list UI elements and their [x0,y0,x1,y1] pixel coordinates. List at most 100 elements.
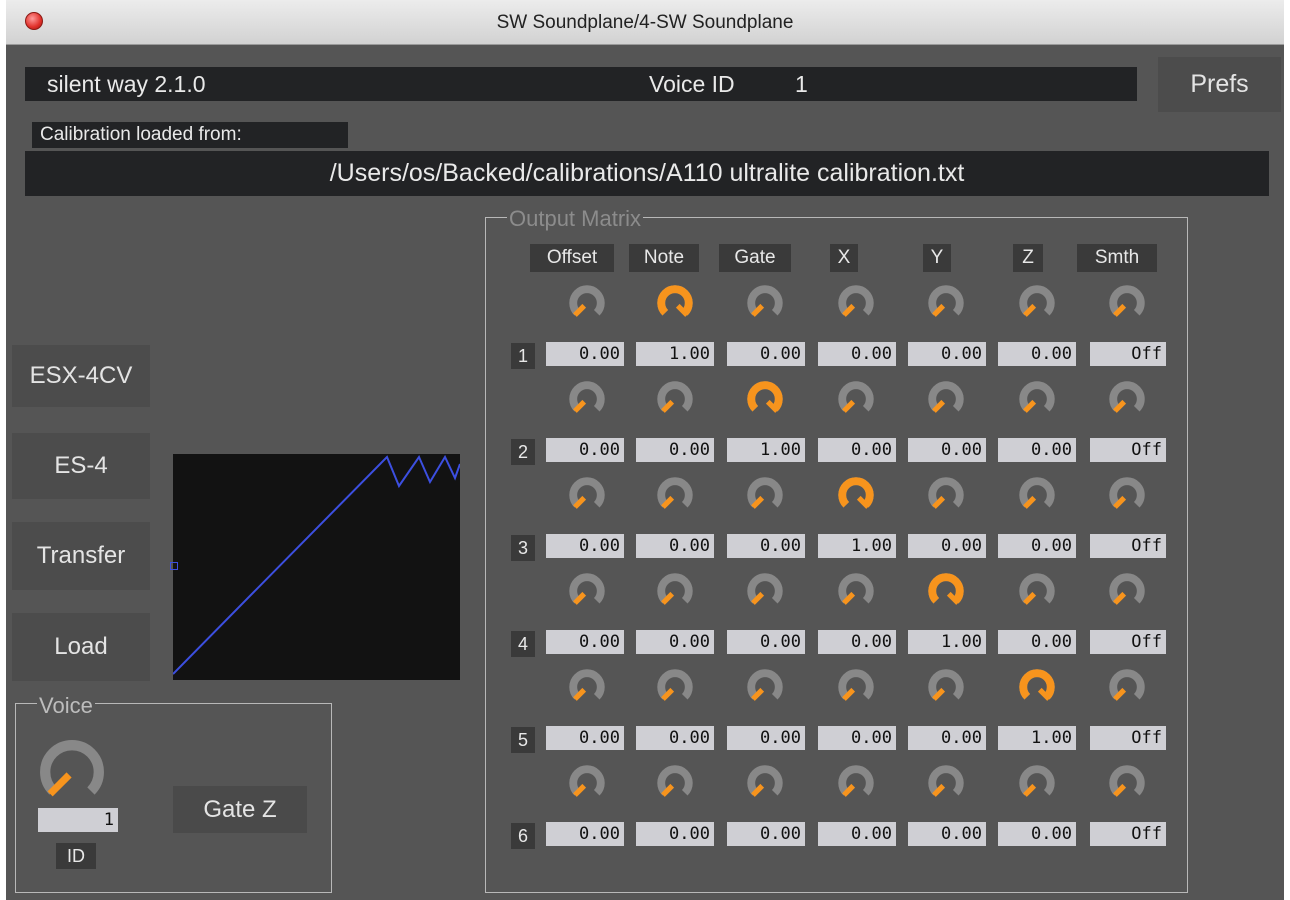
matrix-knob-gate-6[interactable] [744,762,786,804]
matrix-knob-smth-2[interactable] [1106,378,1148,420]
matrix-value-z-2[interactable]: 0.00 [998,438,1076,462]
matrix-knob-smth-6[interactable] [1106,762,1148,804]
matrix-knob-z-6[interactable] [1016,762,1058,804]
matrix-value-offset-5[interactable]: 0.00 [546,726,624,750]
matrix-value-offset-4[interactable]: 0.00 [546,630,624,654]
load-button[interactable]: Load [12,613,150,681]
prefs-button[interactable]: Prefs [1158,57,1281,112]
column-header-x: X [830,244,858,272]
matrix-knob-gate-4[interactable] [744,570,786,612]
matrix-knob-y-3[interactable] [925,474,967,516]
matrix-value-y-3[interactable]: 0.00 [908,534,986,558]
matrix-value-y-6[interactable]: 0.00 [908,822,986,846]
matrix-value-x-4[interactable]: 0.00 [818,630,896,654]
transfer-button[interactable]: Transfer [12,522,150,590]
matrix-knob-y-2[interactable] [925,378,967,420]
matrix-knob-y-5[interactable] [925,666,967,708]
matrix-row-label: 3 [511,535,535,561]
matrix-value-note-6[interactable]: 0.00 [636,822,714,846]
matrix-value-smth-1[interactable]: Off [1090,342,1166,366]
matrix-knob-x-6[interactable] [835,762,877,804]
matrix-value-z-1[interactable]: 0.00 [998,342,1076,366]
matrix-value-x-5[interactable]: 0.00 [818,726,896,750]
graph-handle[interactable] [170,562,178,570]
column-header-smth: Smth [1077,244,1157,272]
matrix-value-offset-2[interactable]: 0.00 [546,438,624,462]
matrix-knob-z-4[interactable] [1016,570,1058,612]
matrix-value-x-6[interactable]: 0.00 [818,822,896,846]
matrix-knob-x-3[interactable] [835,474,877,516]
matrix-knob-offset-4[interactable] [566,570,608,612]
matrix-value-smth-2[interactable]: Off [1090,438,1166,462]
matrix-value-y-2[interactable]: 0.00 [908,438,986,462]
matrix-value-note-1[interactable]: 1.00 [636,342,714,366]
matrix-value-y-5[interactable]: 0.00 [908,726,986,750]
matrix-knob-offset-3[interactable] [566,474,608,516]
matrix-knob-note-6[interactable] [654,762,696,804]
matrix-value-y-1[interactable]: 0.00 [908,342,986,366]
matrix-knob-gate-1[interactable] [744,282,786,324]
matrix-knob-z-1[interactable] [1016,282,1058,324]
matrix-value-gate-6[interactable]: 0.00 [727,822,805,846]
window-title: SW Soundplane/4-SW Soundplane [496,12,794,33]
es-4-button[interactable]: ES-4 [12,433,150,499]
voice-id-field[interactable]: 1 [38,808,118,832]
matrix-knob-x-2[interactable] [835,378,877,420]
matrix-value-x-1[interactable]: 0.00 [818,342,896,366]
matrix-knob-smth-3[interactable] [1106,474,1148,516]
matrix-value-z-5[interactable]: 1.00 [998,726,1076,750]
matrix-knob-z-3[interactable] [1016,474,1058,516]
matrix-knob-offset-6[interactable] [566,762,608,804]
matrix-value-note-3[interactable]: 0.00 [636,534,714,558]
matrix-knob-offset-2[interactable] [566,378,608,420]
matrix-knob-y-4[interactable] [925,570,967,612]
voice-id-knob[interactable] [39,739,105,805]
matrix-value-smth-5[interactable]: Off [1090,726,1166,750]
matrix-value-z-3[interactable]: 0.00 [998,534,1076,558]
matrix-knob-y-1[interactable] [925,282,967,324]
voice-id-label: ID [56,843,96,869]
matrix-knob-gate-3[interactable] [744,474,786,516]
matrix-value-gate-4[interactable]: 0.00 [727,630,805,654]
matrix-value-gate-5[interactable]: 0.00 [727,726,805,750]
matrix-value-y-4[interactable]: 1.00 [908,630,986,654]
matrix-knob-y-6[interactable] [925,762,967,804]
matrix-value-offset-6[interactable]: 0.00 [546,822,624,846]
transfer-graph[interactable] [172,454,461,680]
matrix-value-z-6[interactable]: 0.00 [998,822,1076,846]
matrix-knob-smth-5[interactable] [1106,666,1148,708]
matrix-value-smth-3[interactable]: Off [1090,534,1166,558]
matrix-knob-offset-1[interactable] [566,282,608,324]
matrix-value-note-5[interactable]: 0.00 [636,726,714,750]
matrix-value-smth-4[interactable]: Off [1090,630,1166,654]
matrix-value-gate-1[interactable]: 0.00 [727,342,805,366]
matrix-knob-z-2[interactable] [1016,378,1058,420]
matrix-value-smth-6[interactable]: Off [1090,822,1166,846]
matrix-knob-smth-4[interactable] [1106,570,1148,612]
matrix-knob-note-3[interactable] [654,474,696,516]
matrix-knob-note-1[interactable] [654,282,696,324]
matrix-knob-note-2[interactable] [654,378,696,420]
matrix-knob-smth-1[interactable] [1106,282,1148,324]
matrix-value-offset-1[interactable]: 0.00 [546,342,624,366]
matrix-value-z-4[interactable]: 0.00 [998,630,1076,654]
matrix-knob-note-4[interactable] [654,570,696,612]
matrix-value-note-4[interactable]: 0.00 [636,630,714,654]
title-bar[interactable]: SW Soundplane/4-SW Soundplane [6,0,1284,45]
matrix-value-x-2[interactable]: 0.00 [818,438,896,462]
matrix-value-offset-3[interactable]: 0.00 [546,534,624,558]
matrix-knob-x-1[interactable] [835,282,877,324]
matrix-knob-offset-5[interactable] [566,666,608,708]
matrix-knob-gate-2[interactable] [744,378,786,420]
matrix-value-x-3[interactable]: 1.00 [818,534,896,558]
matrix-value-gate-3[interactable]: 0.00 [727,534,805,558]
gate-z-button[interactable]: Gate Z [173,786,307,833]
matrix-value-gate-2[interactable]: 1.00 [727,438,805,462]
matrix-knob-x-5[interactable] [835,666,877,708]
matrix-value-note-2[interactable]: 0.00 [636,438,714,462]
matrix-knob-note-5[interactable] [654,666,696,708]
matrix-knob-x-4[interactable] [835,570,877,612]
esx-4cv-button[interactable]: ESX-4CV [12,345,150,407]
matrix-knob-z-5[interactable] [1016,666,1058,708]
matrix-knob-gate-5[interactable] [744,666,786,708]
